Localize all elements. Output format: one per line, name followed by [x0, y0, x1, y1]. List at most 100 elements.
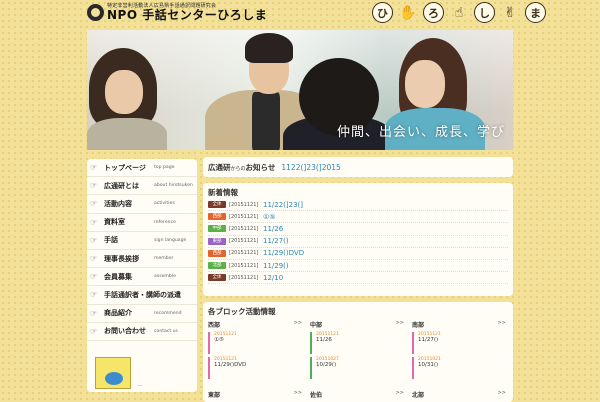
block-name: 西部 — [208, 322, 221, 329]
sidebar-book-banner[interactable]: ... — [95, 357, 143, 389]
more-link[interactable]: >> — [498, 320, 506, 329]
category-badge: 西部 — [208, 249, 226, 257]
sidebar-item-membership[interactable]: ☞ 会員募集 assemble — [87, 268, 197, 287]
block-name: 佐伯 — [310, 392, 323, 399]
hand-pointer-icon: ☞ — [90, 199, 98, 209]
news-date: [20151121] — [229, 238, 259, 245]
blocks-second-row: 東部 >> 佐伯 >> 北部 >> — [208, 390, 506, 399]
news-date: [20151121] — [229, 262, 259, 269]
news-link[interactable]: ①⑤ — [263, 213, 276, 221]
category-badge: 全体 — [208, 274, 226, 282]
category-badge: 全体 — [208, 201, 226, 209]
block-entry[interactable]: 20151021 10/31() — [412, 357, 506, 379]
notice-bar: 広通研からのお知らせ 1122(]23(]2015 — [203, 157, 513, 177]
more-link[interactable]: >> — [294, 320, 302, 329]
news-link[interactable]: 12/10 — [263, 274, 283, 282]
category-badge: 北部 — [208, 262, 226, 270]
book-cover-image — [95, 357, 131, 389]
entry-text: 11/26 — [316, 337, 332, 343]
page-container: 特定非営利活動法人広島県手話通訳問題研究会 NPO 手話センターひろしま ひ ✋… — [87, 0, 546, 402]
block-entry[interactable]: 20151121 11/27() — [412, 332, 506, 354]
sidebar-nav: ☞ トップページ top page ☞ 広通研とは about hirotsuk… — [87, 159, 197, 392]
site-header: 特定非営利活動法人広島県手話通訳問題研究会 NPO 手話センターひろしま ひ ✋… — [87, 0, 546, 30]
notice-link[interactable]: 1122(]23(]2015 — [281, 163, 340, 172]
entry-text: 10/31() — [418, 362, 439, 368]
hand-pointer-icon: ☞ — [90, 181, 98, 191]
news-item[interactable]: 全体 [20151121] 12/10 — [208, 272, 508, 285]
sidebar-item-reference[interactable]: ☞ 資料室 reference — [87, 214, 197, 232]
sidebar-item-top[interactable]: ☞ トップページ top page — [87, 159, 197, 178]
hand-pointer-icon: ☞ — [90, 308, 98, 318]
block-activity-panel: 各ブロック活動情報 西部 >> 20151121 ①⑤ 20151121 11/29()D… — [203, 302, 513, 402]
news-item[interactable]: 北部 [20151121] 11/29() — [208, 260, 508, 273]
category-badge: 東部 — [208, 237, 226, 245]
more-link[interactable]: >> — [396, 390, 404, 399]
blocks-title: 各ブロック活動情報 — [208, 307, 276, 316]
block-column-head: 佐伯 >> — [310, 390, 404, 399]
hand-pointer-icon: ☞ — [90, 290, 98, 300]
blocks-grid: 西部 >> 20151121 ①⑤ 20151121 11/29()DVD 中部 >> 2015… — [208, 320, 508, 379]
main-content: 広通研からのお知らせ 1122(]23(]2015 新着情報 全体 [201511… — [203, 157, 513, 402]
news-link[interactable]: 11/27() — [263, 237, 289, 245]
news-item[interactable]: 中部 [20151121] 11/26 — [208, 223, 508, 236]
block-entry[interactable]: 20151121 11/29()DVD — [208, 357, 302, 379]
sidebar-item-about[interactable]: ☞ 広通研とは about hirotsuken — [87, 177, 197, 196]
entry-text: 11/29()DVD — [214, 362, 247, 368]
hand-sign-icon: ☝ — [454, 4, 464, 21]
site-logo[interactable]: 特定非営利活動法人広島県手話通訳問題研究会 NPO 手話センターひろしま — [87, 4, 267, 21]
block-entry[interactable]: 20151027 10/29() — [310, 357, 404, 379]
hand-char-hi: ひ — [372, 2, 393, 23]
news-list: 全体 [20151121] 11/22(]23(] 西部 [20151121] ①⑤ 中部[… — [208, 199, 508, 285]
block-column: 南部 >> 20151121 11/27() 20151021 10/31() — [412, 320, 506, 379]
block-column-head: 東部 >> — [208, 390, 302, 399]
logo-emblem-icon — [87, 4, 104, 21]
org-name: NPO 手話センターひろしま — [107, 8, 268, 22]
hand-char-ro: ろ — [423, 2, 444, 23]
news-item[interactable]: 西部 [20151121] ①⑤ — [208, 211, 508, 224]
sidebar-item-products[interactable]: ☞ 商品紹介 recommend — [87, 305, 197, 323]
hand-char-shi: し — [474, 2, 495, 23]
news-date: [20151121] — [229, 213, 259, 220]
block-name: 中部 — [310, 322, 323, 329]
news-title: 新着情報 — [208, 188, 238, 197]
sidebar-item-sign-language[interactable]: ☞ 手話 sign language — [87, 232, 197, 250]
category-badge: 中部 — [208, 225, 226, 233]
news-item[interactable]: 東部 [20151121] 11/27() — [208, 236, 508, 248]
more-link[interactable]: >> — [294, 390, 302, 399]
hand-sign-icon: ✌ — [504, 4, 516, 21]
block-column-head: 北部 >> — [412, 390, 506, 399]
hero-caption: 仲間、出会い、成長、学び — [336, 125, 505, 140]
hero-banner-photo: 仲間、出会い、成長、学び — [87, 30, 513, 150]
entry-text: 11/27() — [418, 337, 439, 343]
more-link[interactable]: >> — [396, 320, 404, 329]
hand-pointer-icon: ☞ — [90, 217, 98, 227]
news-link[interactable]: 11/22(]23(] — [263, 201, 303, 209]
sidebar-item-dispatch[interactable]: ☞ 手話通訳者・講師の派遣 — [87, 286, 197, 305]
news-link[interactable]: 11/29() — [263, 262, 289, 270]
hand-pointer-icon: ☞ — [90, 235, 98, 245]
more-link[interactable]: >> — [498, 390, 506, 399]
header-hand-signs: ひ ✋ ろ ☝ し ✌ ま — [372, 2, 546, 23]
category-badge: 西部 — [208, 213, 226, 221]
hand-pointer-icon: ☞ — [90, 272, 98, 282]
news-item[interactable]: 西部 [20151121] 11/29()DVD — [208, 248, 508, 260]
sidebar-item-greeting[interactable]: ☞ 理事長挨拶 member — [87, 250, 197, 269]
block-entry[interactable]: 20151121 11/26 — [310, 332, 404, 354]
sidebar-item-contact[interactable]: ☞ お問い合わせ contact us — [87, 323, 197, 341]
block-name: 南部 — [412, 322, 425, 329]
news-date: [20151121] — [229, 201, 259, 208]
hand-pointer-icon: ☞ — [90, 326, 98, 336]
block-column: 西部 >> 20151121 ①⑤ 20151121 11/29()DVD — [208, 320, 302, 379]
block-entry[interactable]: 20151121 ①⑤ — [208, 332, 302, 354]
news-link[interactable]: 11/26 — [263, 225, 283, 233]
news-date: [20151121] — [229, 225, 259, 232]
sidebar-item-activities[interactable]: ☞ 活動内容 activities — [87, 195, 197, 214]
news-date: [20151121] — [229, 274, 259, 281]
hand-pointer-icon: ☞ — [90, 163, 98, 173]
news-panel: 新着情報 全体 [20151121] 11/22(]23(] 西部 [20151121]… — [203, 183, 513, 296]
news-link[interactable]: 11/29()DVD — [263, 249, 304, 257]
entry-text: ①⑤ — [214, 337, 224, 343]
hand-char-ma: ま — [525, 2, 546, 23]
news-item[interactable]: 全体 [20151121] 11/22(]23(] — [208, 199, 508, 212]
news-date: [20151121] — [229, 250, 259, 257]
